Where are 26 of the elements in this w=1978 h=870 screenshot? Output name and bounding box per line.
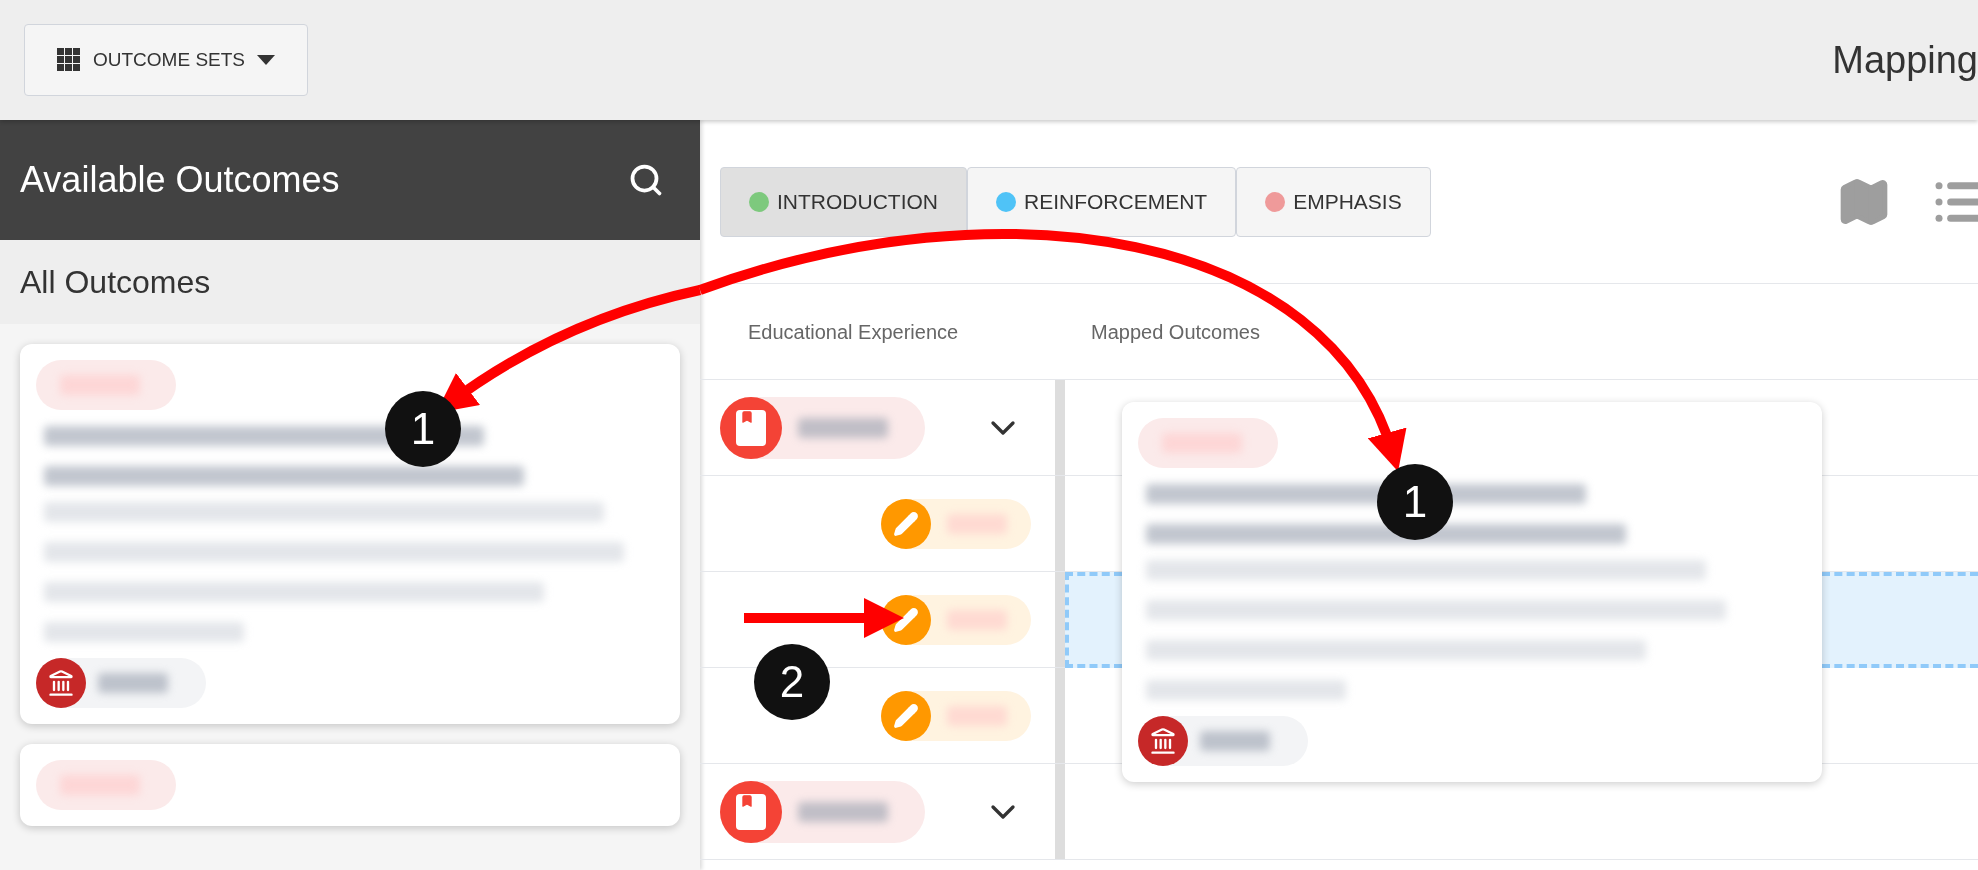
step-marker: 1 <box>1377 464 1453 540</box>
search-icon[interactable] <box>628 162 664 198</box>
pencil-icon <box>881 498 931 549</box>
outcome-card[interactable] <box>20 344 680 724</box>
activity-chip[interactable] <box>881 690 1031 741</box>
column-header: Educational Experience <box>747 319 960 345</box>
blurred-text <box>98 673 168 693</box>
step-marker: 1 <box>385 391 461 467</box>
filter-button[interactable]: INTRODUCTION <box>720 166 967 237</box>
blurred-text <box>1200 731 1270 751</box>
caret-icon <box>257 55 275 65</box>
step-marker: 2 <box>754 644 830 720</box>
activity-chip[interactable] <box>881 594 1031 645</box>
filter-button[interactable]: REINFORCEMENT <box>967 166 1237 237</box>
section-heading: All Outcomes <box>20 263 211 302</box>
pencil-icon <box>881 690 931 741</box>
filter-button[interactable]: EMPHASIS <box>1236 166 1431 237</box>
institution-icon <box>1138 716 1188 766</box>
activity-chip[interactable] <box>881 498 1031 549</box>
institution-icon <box>36 658 86 708</box>
sidebar-title: Available Outcomes <box>20 158 340 202</box>
grid-icon <box>57 48 81 72</box>
outcome-sets-button[interactable]: OUTCOME SETS <box>24 24 308 96</box>
page-title: Mapping <box>1832 37 1978 83</box>
column-header: Mapped Outcomes <box>1090 319 1260 345</box>
outcome-card[interactable] <box>1122 402 1822 782</box>
